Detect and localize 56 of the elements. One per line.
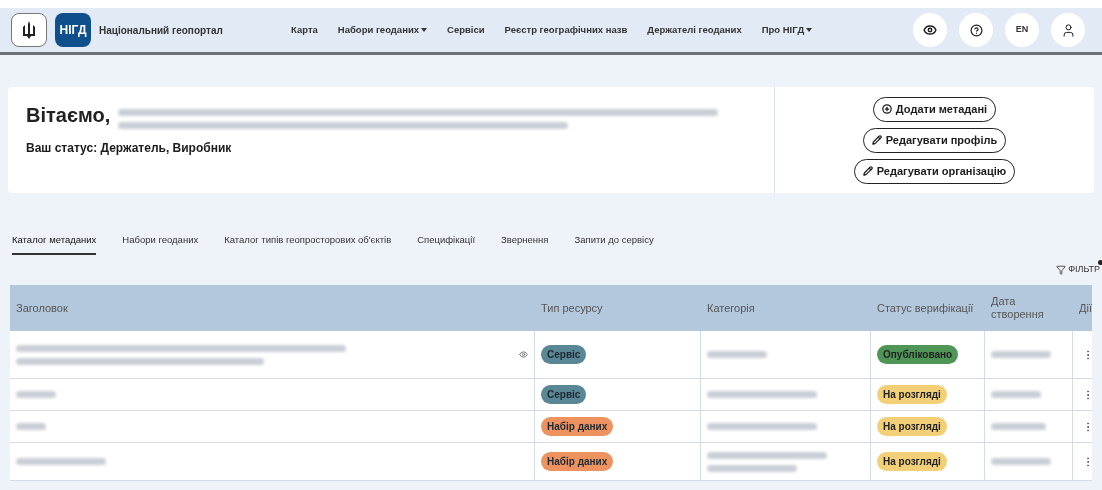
resource-type-tag: Набір даних: [541, 417, 614, 436]
redacted-text: [16, 423, 46, 430]
nav-link[interactable]: Карта: [291, 22, 318, 38]
column-header: Статус верифікації: [876, 300, 975, 316]
filter-button[interactable]: ФІЛЬТР: [1056, 263, 1100, 277]
caret-icon: [806, 28, 813, 32]
greeting-text: Вітаємо,: [26, 103, 111, 127]
pencil-icon: [871, 135, 882, 145]
plus-icon: [881, 104, 892, 114]
redacted-text: [991, 458, 1051, 465]
trident-icon: [22, 20, 36, 40]
redacted-text: [16, 391, 56, 398]
action-button[interactable]: Редагувати профіль: [862, 127, 1007, 153]
nav-link[interactable]: Держателі геоданих: [647, 22, 742, 38]
user-icon: [1060, 22, 1076, 38]
column-header: Дата створення: [990, 294, 1045, 322]
redacted-text: [707, 351, 767, 358]
coat-of-arms-logo[interactable]: [11, 13, 47, 47]
column-header: Категорія: [706, 300, 756, 316]
resource-type-tag: Набір даних: [541, 452, 614, 471]
help-button[interactable]: [959, 13, 993, 47]
column-header: Дії: [1078, 300, 1093, 316]
action-button[interactable]: Додати метадані: [872, 96, 997, 122]
action-button[interactable]: Редагувати організацію: [853, 158, 1016, 184]
status-tag: На розгляді: [877, 417, 947, 436]
nav-link[interactable]: Набори геоданих: [337, 22, 427, 38]
logo-badge[interactable]: НІГД: [55, 13, 91, 47]
nav-link[interactable]: Сервіси: [447, 22, 485, 38]
eye-icon: [923, 23, 937, 37]
filter-icon: [1056, 265, 1067, 275]
user-status: Ваш статус: Держатель, Виробник: [26, 140, 233, 157]
redacted-text: [991, 391, 1041, 398]
language-button[interactable]: EN: [1005, 13, 1039, 47]
tab[interactable]: Запити до сервісу: [574, 232, 654, 255]
column-header: Тип ресурсу: [540, 300, 604, 316]
tab[interactable]: Набори геоданих: [122, 232, 199, 255]
resource-type-tag: Сервіс: [541, 345, 587, 364]
pencil-icon: [862, 166, 873, 176]
redacted-text: [991, 351, 1051, 358]
tab[interactable]: Звернення: [501, 232, 549, 255]
redacted-text: [991, 423, 1046, 430]
eye-icon[interactable]: [519, 350, 528, 359]
status-tag: На розгляді: [877, 385, 947, 404]
resource-type-tag: Сервіс: [541, 385, 587, 404]
nav-link[interactable]: Реєстр географічних назв: [504, 22, 628, 38]
status-tag: На розгляді: [877, 452, 947, 471]
tab[interactable]: Каталог типів геопросторових об'єктів: [224, 232, 392, 255]
column-header: Заголовок: [15, 300, 69, 316]
tab[interactable]: Каталог метаданих: [12, 232, 97, 255]
accessibility-button[interactable]: [913, 13, 947, 47]
status-tag: Опубліковано: [877, 345, 959, 364]
nav-link[interactable]: Про НІГД: [761, 22, 813, 38]
profile-button[interactable]: [1051, 13, 1085, 47]
tab[interactable]: Специфікації: [417, 232, 476, 255]
caret-icon: [421, 28, 427, 32]
help-icon: [969, 23, 983, 37]
